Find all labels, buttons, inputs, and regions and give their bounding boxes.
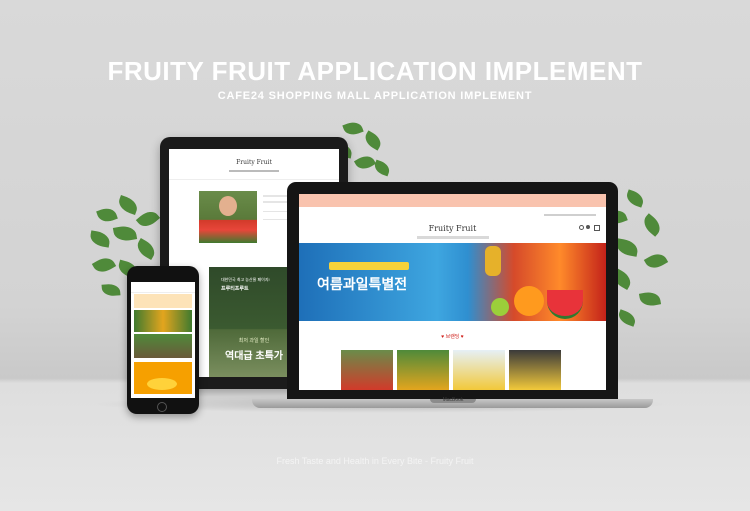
product-card[interactable] xyxy=(509,350,561,390)
product-card[interactable] xyxy=(341,350,393,390)
hero-title: FRUITY FRUIT APPLICATION IMPLEMENT xyxy=(107,56,643,86)
utility-links[interactable] xyxy=(544,214,596,216)
laptop-brand-label: MacBook xyxy=(442,397,464,403)
site-logo[interactable]: Fruity Fruit xyxy=(299,224,606,233)
top-notice-bar[interactable] xyxy=(299,194,606,207)
tablet-promo-line1: 대한민국 최고 농산물 페이지! xyxy=(221,277,270,282)
search-icon[interactable] xyxy=(579,225,584,230)
tablet-promo-line2: 프루티프루트 xyxy=(221,286,249,292)
laptop-device: Fruity Fruit 여름과일특별전 ♥ 브랜딩 ♥ xyxy=(287,182,618,399)
phone-fruit-image[interactable] xyxy=(134,310,192,332)
tablet-header: Fruity Fruit xyxy=(169,149,339,180)
product-card[interactable] xyxy=(453,350,505,390)
phone-hand-image[interactable] xyxy=(134,334,192,358)
banner-fruit-orange xyxy=(514,286,544,316)
phone-home-button[interactable] xyxy=(157,402,167,412)
hero-subtitle: CAFE24 SHOPPING MALL APPLICATION IMPLEME… xyxy=(217,90,533,102)
tablet-nav xyxy=(229,170,279,172)
phone-header xyxy=(131,282,195,293)
tablet-logo[interactable]: Fruity Fruit xyxy=(169,159,339,166)
tablet-product-face xyxy=(219,196,237,216)
banner-tag xyxy=(329,262,409,270)
category-nav[interactable] xyxy=(417,236,489,239)
laptop-screen: Fruity Fruit 여름과일특별전 ♥ 브랜딩 ♥ xyxy=(299,194,606,390)
product-card[interactable] xyxy=(397,350,449,390)
phone-promo-banner[interactable] xyxy=(134,294,192,308)
footer-tagline: Fresh Taste and Health in Every Bite - F… xyxy=(276,456,474,466)
cart-icon[interactable] xyxy=(594,225,600,231)
phone-screen xyxy=(131,282,195,398)
banner-heading: 여름과일특별전 xyxy=(317,276,408,292)
tablet-promo-big: 역대급 초특가 xyxy=(225,351,283,362)
tablet-promo-sub: 최저 과일 할인 xyxy=(238,338,270,344)
user-icon[interactable] xyxy=(586,225,590,229)
section-title: ♥ 브랜딩 ♥ xyxy=(441,334,464,340)
phone-device xyxy=(127,266,199,414)
phone-promo-fruit xyxy=(147,378,177,390)
banner-fruit-pineapple xyxy=(485,246,501,276)
banner-fruit-lime xyxy=(491,298,509,316)
